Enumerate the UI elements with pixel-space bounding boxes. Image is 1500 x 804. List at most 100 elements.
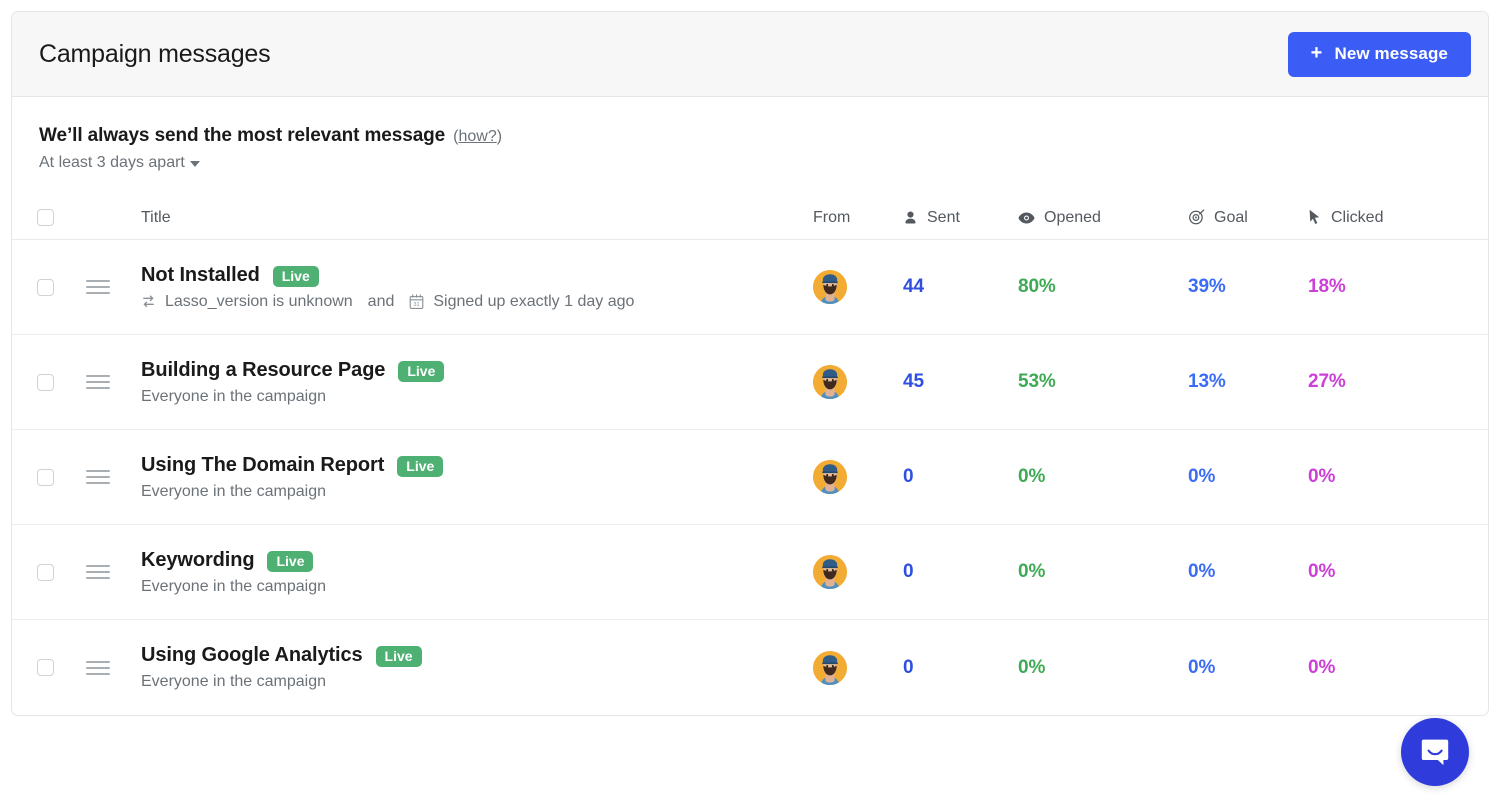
select-all-cell	[12, 209, 86, 226]
how-link[interactable]: (how?)	[453, 128, 502, 146]
page-root: Campaign messages + New message We’ll al…	[0, 0, 1500, 804]
metric-sent[interactable]: 45	[903, 371, 1018, 393]
row-title-row: Using The Domain Report Live	[141, 454, 803, 477]
metric-clicked[interactable]: 0%	[1308, 657, 1488, 679]
metric-clicked[interactable]: 27%	[1308, 371, 1488, 393]
table-row[interactable]: Building a Resource Page Live Everyone i…	[12, 335, 1488, 430]
metric-goal[interactable]: 39%	[1188, 276, 1308, 298]
row-audience: Everyone in the campaign	[141, 578, 803, 596]
metric-goal[interactable]: 0%	[1188, 561, 1308, 583]
cursor-icon	[1308, 209, 1322, 226]
new-message-button[interactable]: + New message	[1287, 31, 1471, 77]
metric-sent[interactable]: 0	[903, 466, 1018, 488]
drag-handle-icon[interactable]	[86, 375, 110, 389]
row-select-cell	[12, 659, 86, 676]
message-title[interactable]: Building a Resource Page	[141, 359, 385, 382]
status-badge: Live	[397, 455, 444, 477]
row-title-cell: Building a Resource Page Live Everyone i…	[141, 359, 813, 406]
column-header-from[interactable]: From	[813, 209, 903, 227]
row-title-row: Keywording Live	[141, 549, 803, 572]
row-select-cell	[12, 468, 86, 486]
avatar[interactable]	[813, 650, 847, 685]
metric-sent[interactable]: 0	[903, 657, 1018, 679]
table-row[interactable]: Using The Domain Report Live Everyone in…	[12, 430, 1488, 525]
new-message-label: New message	[1334, 44, 1448, 63]
row-title-cell: Using Google Analytics Live Everyone in …	[141, 644, 813, 691]
row-select-cell	[12, 373, 86, 391]
row-conditions: Lasso_version is unknown and 31 Signed u…	[141, 293, 803, 311]
row-title-row: Using Google Analytics Live	[141, 644, 803, 667]
eye-icon	[1018, 211, 1035, 225]
svg-text:31: 31	[414, 302, 420, 308]
avatar[interactable]	[813, 460, 847, 494]
message-title[interactable]: Using Google Analytics	[141, 644, 363, 667]
drag-handle-icon[interactable]	[86, 660, 110, 675]
row-drag-cell	[86, 375, 141, 389]
metric-opened[interactable]: 0%	[1018, 657, 1188, 679]
metric-goal[interactable]: 0%	[1188, 657, 1308, 679]
transfer-icon	[141, 294, 156, 309]
condition-conjunction: and	[367, 292, 395, 310]
row-title-row: Building a Resource Page Live	[141, 359, 803, 382]
row-checkbox[interactable]	[37, 659, 54, 676]
column-header-clicked[interactable]: Clicked	[1308, 209, 1488, 227]
audience-text: Everyone in the campaign	[141, 482, 326, 500]
metric-sent[interactable]: 0	[903, 561, 1018, 583]
column-header-goal[interactable]: Goal	[1188, 209, 1308, 227]
audience-text: Everyone in the campaign	[141, 673, 326, 690]
metric-goal[interactable]: 0%	[1188, 466, 1308, 488]
column-header-title[interactable]: Title	[141, 209, 813, 227]
row-title-cell: Keywording Live Everyone in the campaign	[141, 549, 813, 596]
table-body: Not Installed Live Lasso_version is unkn…	[12, 240, 1488, 715]
how-link-word: how?	[458, 128, 497, 145]
column-header-goal-label: Goal	[1214, 208, 1248, 226]
row-drag-cell	[86, 470, 141, 484]
column-header-title-label: Title	[141, 208, 171, 226]
intercom-messenger-icon	[1419, 736, 1451, 768]
campaign-messages-card: Campaign messages + New message We’ll al…	[11, 11, 1489, 716]
drag-handle-icon[interactable]	[86, 565, 110, 579]
message-title[interactable]: Using The Domain Report	[141, 454, 384, 477]
metric-sent[interactable]: 44	[903, 276, 1018, 298]
row-select-cell	[12, 278, 86, 296]
row-checkbox[interactable]	[37, 563, 54, 581]
table-row[interactable]: Keywording Live Everyone in the campaign	[12, 525, 1488, 620]
row-from-cell	[813, 460, 903, 494]
row-from-cell	[813, 650, 903, 685]
metric-clicked[interactable]: 18%	[1308, 276, 1488, 298]
row-checkbox[interactable]	[37, 373, 54, 391]
row-from-cell	[813, 555, 903, 589]
metric-opened[interactable]: 53%	[1018, 371, 1188, 393]
messages-table: Title From Sent Opened Goal Clicked Not …	[12, 196, 1488, 715]
row-drag-cell	[86, 280, 141, 294]
metric-opened[interactable]: 0%	[1018, 466, 1188, 488]
how-paren-close: )	[496, 128, 503, 145]
chevron-down-icon	[189, 161, 200, 167]
table-row[interactable]: Using Google Analytics Live Everyone in …	[12, 620, 1488, 715]
row-audience: Everyone in the campaign	[141, 483, 803, 501]
row-checkbox[interactable]	[37, 468, 54, 486]
intro-heading: We’ll always send the most relevant mess…	[39, 125, 446, 146]
metric-goal[interactable]: 13%	[1188, 371, 1308, 393]
metric-opened[interactable]: 0%	[1018, 561, 1188, 583]
plus-icon: +	[1310, 42, 1323, 64]
intercom-launcher-button[interactable]	[1401, 718, 1469, 786]
message-title[interactable]: Keywording	[141, 549, 255, 572]
column-header-sent[interactable]: Sent	[903, 209, 1018, 227]
drag-handle-icon[interactable]	[86, 470, 110, 484]
target-icon	[1188, 209, 1205, 226]
row-title-cell: Not Installed Live Lasso_version is unkn…	[141, 264, 813, 311]
drag-handle-icon[interactable]	[86, 280, 110, 294]
column-header-opened[interactable]: Opened	[1018, 209, 1188, 227]
avatar[interactable]	[813, 270, 847, 304]
table-row[interactable]: Not Installed Live Lasso_version is unkn…	[12, 240, 1488, 335]
message-title[interactable]: Not Installed	[141, 264, 260, 287]
avatar[interactable]	[813, 555, 847, 589]
metric-clicked[interactable]: 0%	[1308, 466, 1488, 488]
avatar[interactable]	[813, 365, 847, 399]
metric-opened[interactable]: 80%	[1018, 276, 1188, 298]
row-checkbox[interactable]	[37, 278, 54, 296]
metric-clicked[interactable]: 0%	[1308, 561, 1488, 583]
frequency-dropdown[interactable]: At least 3 days apart	[39, 154, 200, 172]
select-all-checkbox[interactable]	[37, 209, 54, 226]
